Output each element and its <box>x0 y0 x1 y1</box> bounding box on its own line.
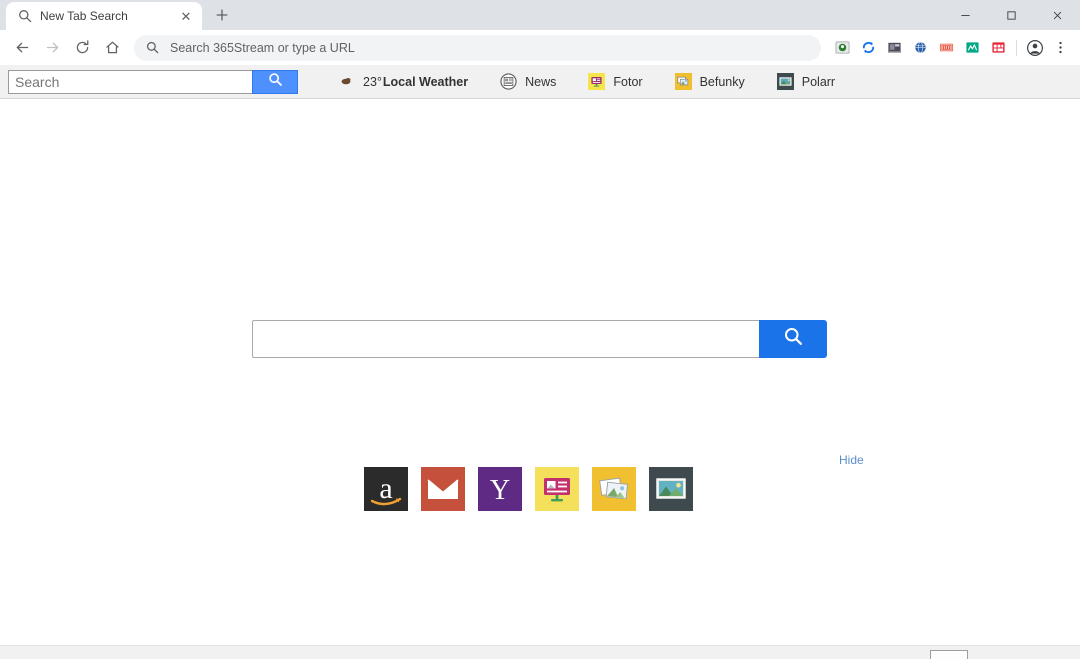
toolbar-search-group <box>8 69 298 94</box>
toolbar-link-label: News <box>525 74 557 89</box>
search-icon <box>18 9 32 23</box>
main-search-button[interactable] <box>759 320 827 358</box>
toolbar-link-polarr[interactable]: Polarr <box>761 65 851 99</box>
magnifier-icon <box>783 326 804 352</box>
main-search-input[interactable] <box>252 320 759 358</box>
minimize-button[interactable] <box>942 0 988 30</box>
extension-globe-icon[interactable] <box>907 35 933 61</box>
toolbar-divider <box>1016 39 1017 56</box>
extension-tray <box>829 35 1072 61</box>
shortcut-yahoo[interactable]: Y <box>478 467 522 511</box>
shortcut-tiles: a Y <box>364 467 693 511</box>
navigation-bar: Search 365Stream or type a URL <box>0 30 1080 65</box>
toolbar-link-befunky[interactable]: Befunky <box>659 65 761 99</box>
toolbar-search-input[interactable] <box>8 69 252 94</box>
tab-title: New Tab Search <box>40 9 128 23</box>
shortcut-gallery[interactable] <box>649 467 693 511</box>
hide-shortcuts-link[interactable]: Hide <box>839 453 864 467</box>
close-button[interactable] <box>1034 0 1080 30</box>
weather-icon <box>338 73 356 91</box>
toolbar-search-button[interactable] <box>252 69 298 94</box>
home-icon[interactable] <box>98 34 126 62</box>
toolbar-link-label: Polarr <box>801 74 836 89</box>
tab-strip: New Tab Search ✕ <box>0 0 236 30</box>
shortcut-slideshow[interactable] <box>535 467 579 511</box>
back-arrow-icon[interactable] <box>8 34 36 62</box>
toolbar-link-news[interactable]: News <box>484 65 572 99</box>
new-tab-button[interactable] <box>208 1 236 29</box>
extension-toolbar: 23° Local Weather News <box>0 65 1080 99</box>
extension-1-icon[interactable] <box>829 35 855 61</box>
forward-arrow-icon[interactable] <box>38 34 66 62</box>
shortcut-photos[interactable] <box>592 467 636 511</box>
toolbar-links: 23° Local Weather News Fotor Befunky Pol… <box>322 65 851 99</box>
svg-text:a: a <box>379 472 392 505</box>
toolbar-link-temp: 23° <box>363 74 382 89</box>
address-bar[interactable]: Search 365Stream or type a URL <box>134 34 821 61</box>
bottom-status-bar <box>0 645 1080 659</box>
news-icon <box>500 72 518 91</box>
bottom-input-box[interactable] <box>930 650 968 659</box>
toolbar-link-local-weather[interactable]: 23° Local Weather <box>322 65 484 99</box>
svg-text:Y: Y <box>490 475 510 506</box>
magnifier-icon <box>146 41 160 55</box>
title-bar: New Tab Search ✕ <box>0 0 1080 30</box>
three-dot-menu[interactable] <box>1048 35 1072 61</box>
extension-chart-icon[interactable] <box>959 35 985 61</box>
reload-icon[interactable] <box>68 34 96 62</box>
polarr-icon <box>776 72 795 91</box>
befunky-icon <box>674 72 693 91</box>
extension-calendar-icon[interactable] <box>985 35 1011 61</box>
new-tab-page: Hide a Y <box>0 99 1080 659</box>
extension-coupon-icon[interactable] <box>933 35 959 61</box>
maximize-button[interactable] <box>988 0 1034 30</box>
extension-screen-icon[interactable] <box>881 35 907 61</box>
fotor-icon <box>588 72 606 91</box>
shortcut-gmail[interactable] <box>421 467 465 511</box>
toolbar-link-fotor[interactable]: Fotor <box>572 65 658 99</box>
address-bar-placeholder: Search 365Stream or type a URL <box>170 40 355 55</box>
toolbar-link-label: Fotor <box>613 74 643 89</box>
extension-sync-icon[interactable] <box>855 35 881 61</box>
toolbar-link-label: Local Weather <box>382 74 469 89</box>
window-controls <box>942 0 1080 30</box>
toolbar-link-label: Befunky <box>699 74 745 89</box>
main-search-group <box>252 320 827 358</box>
shortcut-amazon[interactable]: a <box>364 467 408 511</box>
browser-window: New Tab Search ✕ Search 365Stream or typ… <box>0 0 1080 659</box>
browser-tab[interactable]: New Tab Search ✕ <box>6 2 202 30</box>
close-icon[interactable]: ✕ <box>178 8 194 24</box>
magnifier-icon <box>268 72 283 92</box>
profile-avatar[interactable] <box>1022 35 1048 61</box>
